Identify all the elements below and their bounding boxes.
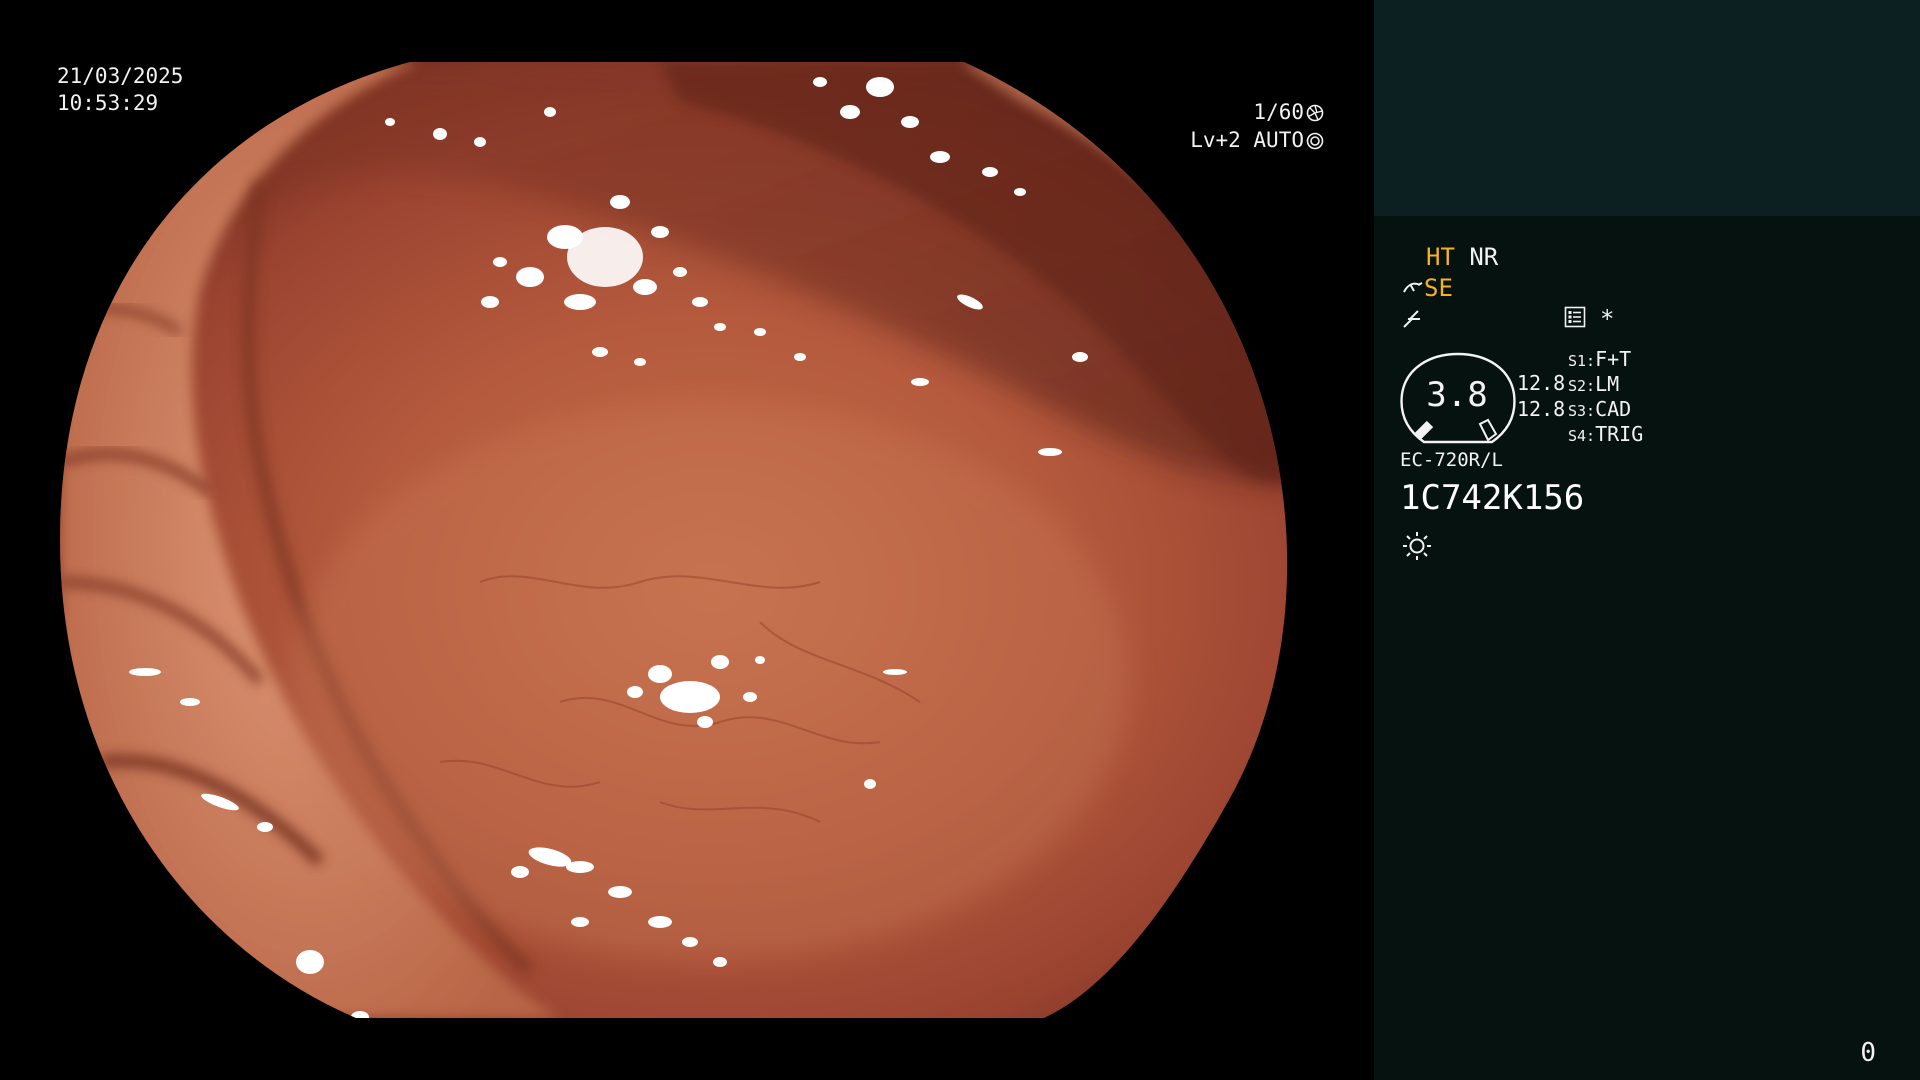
level-value: 12.8 bbox=[1517, 397, 1566, 421]
light-source-icon bbox=[1403, 532, 1431, 560]
shutter-readout: 1/60 bbox=[1253, 99, 1324, 126]
switch-key: S2: bbox=[1568, 377, 1596, 395]
switch-key: S4: bbox=[1568, 427, 1596, 445]
switch-assignments: S1:F+T S2:LM S3:CAD S4:TRIG bbox=[1568, 347, 1643, 447]
level-values: 12.8 12.8 bbox=[1517, 370, 1565, 422]
date-text: 21/03/2025 bbox=[57, 64, 184, 88]
switch-row: S1:F+T bbox=[1568, 347, 1643, 372]
asterisk-marker: * bbox=[1600, 305, 1615, 333]
iris-icon bbox=[1306, 132, 1324, 150]
scope-serial-number: 1C742K156 bbox=[1400, 478, 1585, 518]
time-text: 10:53:29 bbox=[57, 91, 159, 115]
waveform-icon bbox=[1403, 310, 1420, 328]
endoscope-view: 21/03/2025 10:53:29 1/60 Lv+2 AUTO bbox=[0, 0, 1374, 1080]
switch-label: TRIG bbox=[1595, 422, 1644, 446]
level-value: 12.8 bbox=[1517, 371, 1566, 395]
endoscopy-monitor: 21/03/2025 10:53:29 1/60 Lv+2 AUTO HT NR … bbox=[0, 0, 1920, 1080]
scope-tip-icon bbox=[1403, 282, 1423, 293]
enhancement-row: SE bbox=[1402, 273, 1453, 303]
scope-model: EC-720R/L bbox=[1400, 449, 1503, 471]
frame-counter: 0 bbox=[1860, 1038, 1876, 1068]
endoscopic-image bbox=[60, 62, 1288, 1018]
switch-row: S2:LM bbox=[1568, 372, 1643, 397]
date-time-readout: 21/03/2025 10:53:29 bbox=[57, 63, 183, 117]
mode-se: SE bbox=[1424, 274, 1453, 302]
info-panel-header bbox=[1374, 0, 1920, 216]
waveform-row bbox=[1402, 303, 1424, 333]
switch-label: CAD bbox=[1595, 397, 1632, 421]
record-list-icon bbox=[1564, 306, 1586, 328]
switch-row: S3:CAD bbox=[1568, 397, 1643, 422]
switch-key: S1: bbox=[1568, 352, 1596, 370]
switch-key: S3: bbox=[1568, 402, 1596, 420]
shutter-text: 1/60 bbox=[1253, 100, 1304, 124]
image-mode-row: HT NR bbox=[1426, 242, 1498, 272]
gauge-value: 3.8 bbox=[1426, 375, 1488, 415]
switch-row: S4:TRIG bbox=[1568, 422, 1643, 447]
switch-label: LM bbox=[1595, 372, 1620, 396]
switch-label: F+T bbox=[1595, 347, 1632, 371]
aperture-icon bbox=[1306, 104, 1324, 122]
exposure-text: Lv+2 AUTO bbox=[1190, 128, 1304, 152]
mode-ht: HT bbox=[1426, 243, 1455, 271]
exposure-readout: Lv+2 AUTO bbox=[1190, 127, 1324, 154]
info-panel: HT NR SE * 3.8 12.8 12.8 S1:F+T S2:LM S3… bbox=[1374, 0, 1920, 1080]
mode-nr: NR bbox=[1469, 243, 1499, 271]
